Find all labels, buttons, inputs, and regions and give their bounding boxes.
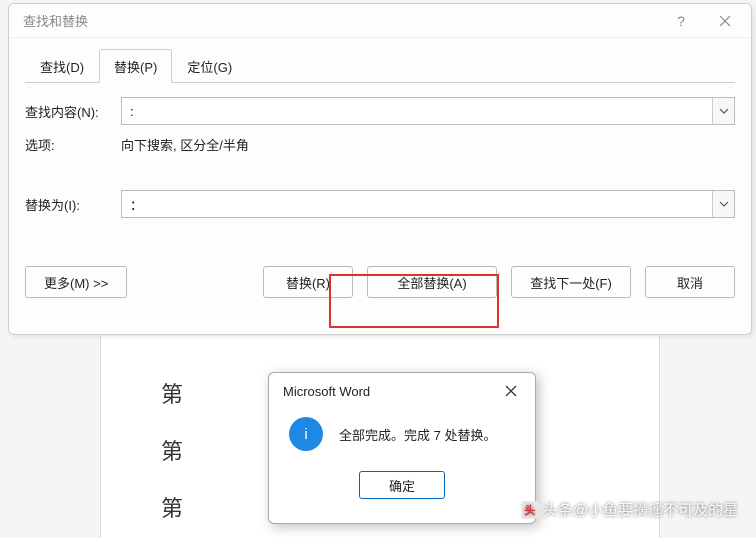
dialog-title: 查找和替换 bbox=[23, 11, 659, 30]
close-button[interactable] bbox=[703, 6, 747, 36]
dialog-tabs: 查找(D) 替换(P) 定位(G) bbox=[25, 48, 735, 83]
options-label: 选项: bbox=[25, 135, 121, 154]
dialog-titlebar: 查找和替换 ? bbox=[9, 4, 751, 38]
replace-all-button[interactable]: 全部替换(A) bbox=[367, 266, 497, 298]
chevron-down-icon bbox=[719, 201, 729, 207]
cancel-button[interactable]: 取消 bbox=[645, 266, 735, 298]
close-icon bbox=[505, 385, 517, 397]
replace-with-dropdown[interactable] bbox=[712, 191, 734, 217]
tab-replace[interactable]: 替换(P) bbox=[99, 49, 172, 83]
watermark-text: 头条@小鱼要摘遥不可及的星 bbox=[543, 499, 738, 520]
message-box-titlebar: Microsoft Word bbox=[269, 373, 535, 409]
replace-button[interactable]: 替换(R) bbox=[263, 266, 353, 298]
ok-button[interactable]: 确定 bbox=[359, 471, 445, 499]
tab-find[interactable]: 查找(D) bbox=[25, 49, 99, 83]
close-icon bbox=[719, 15, 731, 27]
find-content-dropdown[interactable] bbox=[712, 98, 734, 124]
find-content-input[interactable] bbox=[122, 98, 712, 124]
message-box: Microsoft Word i 全部完成。完成 7 处替换。 确定 bbox=[268, 372, 536, 524]
help-button[interactable]: ? bbox=[659, 6, 703, 36]
watermark-logo-icon: 头 bbox=[521, 501, 539, 519]
options-value: 向下搜索, 区分全/半角 bbox=[121, 135, 249, 154]
tab-goto[interactable]: 定位(G) bbox=[172, 49, 247, 83]
info-icon: i bbox=[289, 417, 323, 451]
message-box-close-button[interactable] bbox=[493, 377, 529, 405]
find-replace-dialog: 查找和替换 ? 查找(D) 替换(P) 定位(G) 查找内容(N): 选项: 向… bbox=[8, 3, 752, 335]
replace-with-input[interactable] bbox=[122, 191, 712, 217]
find-content-combo[interactable] bbox=[121, 97, 735, 125]
find-content-label: 查找内容(N): bbox=[25, 102, 121, 121]
chevron-down-icon bbox=[719, 108, 729, 114]
message-box-title: Microsoft Word bbox=[283, 384, 493, 399]
replace-with-combo[interactable] bbox=[121, 190, 735, 218]
replace-with-label: 替换为(I): bbox=[25, 195, 121, 214]
watermark: 头 头条@小鱼要摘遥不可及的星 bbox=[521, 499, 738, 520]
find-next-button[interactable]: 查找下一处(F) bbox=[511, 266, 631, 298]
message-box-text: 全部完成。完成 7 处替换。 bbox=[339, 425, 496, 444]
more-button[interactable]: 更多(M) >> bbox=[25, 266, 127, 298]
